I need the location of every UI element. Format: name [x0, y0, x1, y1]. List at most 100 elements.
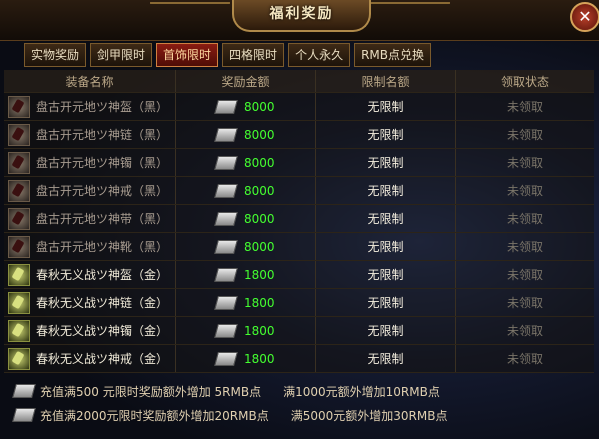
quota-value: 无限制	[367, 268, 404, 282]
quota-value: 无限制	[367, 128, 404, 142]
window-title: 福利奖励	[232, 0, 371, 32]
tab-0[interactable]: 实物奖励	[24, 43, 87, 67]
reward-amount: 1800	[244, 267, 275, 282]
column-header-quota: 限制名额	[316, 70, 456, 92]
quota-cell: 无限制	[316, 233, 456, 260]
bonus-text: 充值满2000元限时奖励额外增加20RMB点	[40, 408, 269, 423]
table-row: 盘古开元地ツ神链（黑） 8000 无限制 未领取	[4, 121, 594, 149]
equipment-icon[interactable]	[8, 319, 30, 342]
item-name: 盘古开元地ツ神戒（黑）	[36, 184, 169, 198]
amount-cell: 1800	[176, 289, 316, 316]
equipment-icon[interactable]	[8, 235, 30, 258]
equipment-icon[interactable]	[8, 207, 30, 230]
table-row: 盘古开元地ツ神靴（黑） 8000 无限制 未领取	[4, 233, 594, 261]
money-stack-icon	[214, 211, 238, 226]
table-row: 盘古开元地ツ神带（黑） 8000 无限制 未领取	[4, 205, 594, 233]
claim-status[interactable]: 未领取	[507, 238, 543, 255]
reward-amount: 8000	[244, 127, 275, 142]
money-stack-icon	[214, 99, 238, 114]
bonus-line-2: 充值满2000元限时奖励额外增加20RMB点 满5000元额外增加30RMB点	[12, 403, 594, 427]
quota-cell: 无限制	[316, 345, 456, 372]
quota-value: 无限制	[367, 100, 404, 114]
status-cell: 未领取	[456, 149, 594, 176]
claim-status[interactable]: 未领取	[507, 210, 543, 227]
claim-status[interactable]: 未领取	[507, 350, 543, 367]
quota-cell: 无限制	[316, 93, 456, 120]
bonus-text: 满1000元额外增加10RMB点	[283, 384, 440, 399]
quota-value: 无限制	[367, 352, 404, 366]
column-header-reward-amount: 奖励金额	[176, 70, 316, 92]
table-row: 盘古开元地ツ神镯（黑） 8000 无限制 未领取	[4, 149, 594, 177]
amount-cell: 8000	[176, 93, 316, 120]
money-stack-icon	[214, 183, 238, 198]
quota-cell: 无限制	[316, 149, 456, 176]
amount-cell: 1800	[176, 261, 316, 288]
table-row: 盘古开元地ツ神盔（黑） 8000 无限制 未领取	[4, 93, 594, 121]
item-cell: 盘古开元地ツ神盔（黑）	[4, 93, 176, 120]
bonus-text: 充值满500 元限时奖励额外增加 5RMB点	[40, 384, 262, 399]
money-stack-icon	[214, 155, 238, 170]
column-header-item-name: 装备名称	[4, 70, 176, 92]
tab-3[interactable]: 四格限时	[222, 43, 285, 67]
reward-amount: 8000	[244, 211, 275, 226]
item-cell: 盘古开元地ツ神靴（黑）	[4, 233, 176, 260]
item-cell: 春秋无义战ツ神链（金）	[4, 289, 176, 316]
table-row: 春秋无义战ツ神镯（金） 1800 无限制 未领取	[4, 317, 594, 345]
reward-table: 装备名称 奖励金额 限制名额 领取状态 盘古开元地ツ神盔（黑） 8000 无限制 未领…	[4, 70, 594, 373]
money-stack-icon	[214, 267, 238, 282]
item-name: 盘古开元地ツ神靴（黑）	[36, 240, 169, 254]
equipment-icon[interactable]	[8, 123, 30, 146]
money-stack-icon	[214, 239, 238, 254]
item-cell: 盘古开元地ツ神镯（黑）	[4, 149, 176, 176]
quota-cell: 无限制	[316, 121, 456, 148]
quota-cell: 无限制	[316, 261, 456, 288]
reward-amount: 8000	[244, 239, 275, 254]
claim-status[interactable]: 未领取	[507, 294, 543, 311]
equipment-icon[interactable]	[8, 291, 30, 314]
reward-amount: 1800	[244, 295, 275, 310]
tab-2[interactable]: 首饰限时	[156, 43, 219, 67]
status-cell: 未领取	[456, 93, 594, 120]
equipment-icon[interactable]	[8, 95, 30, 118]
money-stack-icon	[12, 408, 36, 422]
close-button[interactable]: ✕	[570, 2, 599, 32]
claim-status[interactable]: 未领取	[507, 266, 543, 283]
tab-5[interactable]: RMB点兑换	[354, 43, 432, 67]
status-cell: 未领取	[456, 261, 594, 288]
tab-bar: 实物奖励 剑甲限时 首饰限时 四格限时 个人永久 RMB点兑换	[24, 43, 435, 67]
amount-cell: 1800	[176, 345, 316, 372]
item-name: 盘古开元地ツ神盔（黑）	[36, 100, 169, 114]
quota-value: 无限制	[367, 324, 404, 338]
claim-status[interactable]: 未领取	[507, 98, 543, 115]
claim-status[interactable]: 未领取	[507, 126, 543, 143]
amount-cell: 8000	[176, 205, 316, 232]
reward-amount: 8000	[244, 99, 275, 114]
tab-4[interactable]: 个人永久	[288, 43, 351, 67]
item-name: 春秋无义战ツ神镯（金）	[36, 324, 169, 338]
status-cell: 未领取	[456, 121, 594, 148]
money-stack-icon	[214, 351, 238, 366]
claim-status[interactable]: 未领取	[507, 322, 543, 339]
equipment-icon[interactable]	[8, 347, 30, 370]
frame-ornament	[150, 2, 230, 34]
item-cell: 盘古开元地ツ神戒（黑）	[4, 177, 176, 204]
reward-amount: 1800	[244, 323, 275, 338]
bonus-text: 满5000元额外增加30RMB点	[290, 408, 448, 423]
item-name: 盘古开元地ツ神链（黑）	[36, 128, 169, 142]
item-name: 春秋无义战ツ神戒（金）	[36, 352, 169, 366]
equipment-icon[interactable]	[8, 151, 30, 174]
item-cell: 盘古开元地ツ神带（黑）	[4, 205, 176, 232]
tab-1[interactable]: 剑甲限时	[90, 43, 153, 67]
table-header: 装备名称 奖励金额 限制名额 领取状态	[4, 70, 594, 93]
money-stack-icon	[12, 384, 36, 398]
claim-status[interactable]: 未领取	[507, 182, 543, 199]
quota-value: 无限制	[367, 184, 404, 198]
claim-status[interactable]: 未领取	[507, 154, 543, 171]
table-row: 春秋无义战ツ神戒（金） 1800 无限制 未领取	[4, 345, 594, 373]
status-cell: 未领取	[456, 317, 594, 344]
equipment-icon[interactable]	[8, 179, 30, 202]
quota-value: 无限制	[367, 240, 404, 254]
equipment-icon[interactable]	[8, 263, 30, 286]
reward-amount: 1800	[244, 351, 275, 366]
item-name: 春秋无义战ツ神盔（金）	[36, 268, 169, 282]
